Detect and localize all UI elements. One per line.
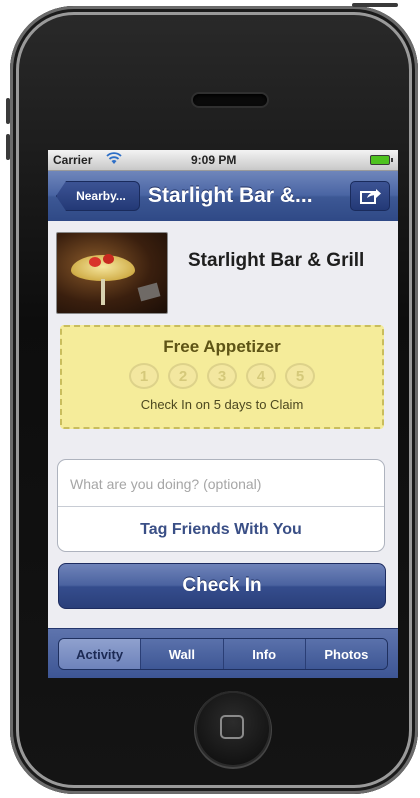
offer-title: Free Appetizer: [163, 337, 281, 356]
content-area: Starlight Bar & Grill Free Appetizer 1 2…: [48, 221, 398, 628]
checkin-progress: 1 2 3 4 5: [62, 363, 382, 389]
check-in-button[interactable]: Check In: [58, 563, 386, 609]
carrier-label: Carrier: [53, 153, 93, 167]
page-title: Starlight Bar &...: [148, 184, 313, 207]
sleep-button: [352, 3, 398, 7]
checkin-form-group: Tag Friends With You: [57, 459, 385, 552]
photo-stem: [101, 279, 105, 305]
photo-napkin: [137, 282, 161, 302]
back-button[interactable]: Nearby...: [56, 181, 140, 211]
progress-step: 3: [207, 363, 237, 389]
venue-name: Starlight Bar & Grill: [188, 250, 365, 271]
clock: 9:09 PM: [191, 153, 237, 167]
progress-step: 5: [285, 363, 315, 389]
progress-step: 2: [168, 363, 198, 389]
special-offer-box[interactable]: Free Appetizer 1 2 3 4 5 Check In on 5 d…: [60, 325, 384, 429]
offer-caption: Check In on 5 days to Claim: [140, 397, 304, 412]
tab-activity[interactable]: Activity: [59, 639, 141, 669]
battery-icon: [370, 155, 393, 165]
tag-friends-button[interactable]: Tag Friends With You: [58, 507, 384, 552]
earpiece-speaker: [193, 94, 267, 106]
tab-info[interactable]: Info: [222, 639, 305, 669]
segmented-control: Activity Wall Info Photos: [58, 638, 388, 670]
volume-down-button: [6, 134, 10, 160]
share-button[interactable]: [350, 181, 390, 211]
wifi-icon: [106, 151, 122, 168]
progress-step: 4: [246, 363, 276, 389]
status-bar: Carrier 9:09 PM: [48, 150, 398, 171]
volume-up-button: [6, 98, 10, 124]
home-square-icon: [220, 715, 244, 739]
photo-berry: [89, 257, 101, 267]
tab-photos[interactable]: Photos: [304, 639, 387, 669]
photo-berry: [103, 254, 114, 264]
tab-wall[interactable]: Wall: [140, 639, 223, 669]
navigation-bar: Nearby... Starlight Bar &...: [48, 171, 398, 222]
tab-bar: Activity Wall Info Photos: [48, 628, 398, 678]
venue-photo[interactable]: [56, 232, 168, 314]
progress-step: 1: [129, 363, 159, 389]
back-button-label: Nearby...: [76, 189, 126, 203]
home-button[interactable]: [197, 693, 269, 765]
status-input[interactable]: [68, 470, 372, 498]
screen: Carrier 9:09 PM Nearby... Starlight Bar …: [48, 150, 398, 678]
